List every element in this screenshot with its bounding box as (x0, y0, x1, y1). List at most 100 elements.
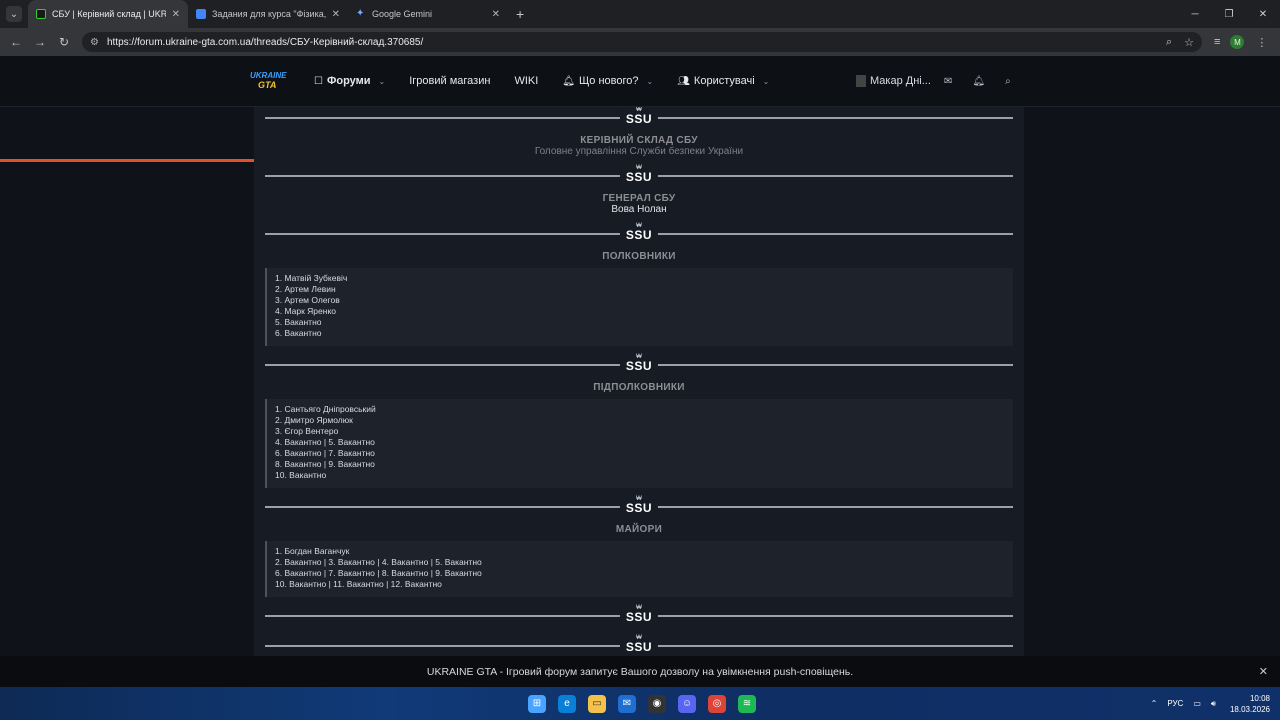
menu-icon[interactable]: ⋮ (1256, 36, 1267, 49)
ssu-emblem-icon: ₩ SSU (619, 605, 659, 623)
file-explorer-icon[interactable]: ▭ (588, 694, 606, 713)
mail-icon[interactable]: ✉ (618, 694, 636, 713)
system-tray: ⌃ РУС ▭ 🔊︎ 10:08 18.03.2026 (1141, 687, 1270, 720)
tray-overflow-icon[interactable]: ⌃ (1151, 699, 1158, 708)
bookmark-star-icon[interactable]: ☆ (1184, 36, 1194, 49)
close-icon[interactable]: ✕ (332, 9, 340, 20)
discord-icon[interactable]: ☺ (678, 694, 696, 713)
nav-whats-new[interactable]: 🔔︎ Що нового? ⌄ (562, 75, 653, 87)
reading-list-icon[interactable]: ≡ (1214, 36, 1220, 48)
list-item: 5. Вакантно (275, 317, 322, 327)
logo-text-bottom: GTA (258, 80, 277, 90)
nav-shop[interactable]: Ігровий магазин (409, 75, 490, 87)
username: Макар Дні... (870, 75, 931, 87)
new-tab-button[interactable]: + (516, 6, 524, 22)
list-item: 8. Вакантно | 9. Вакантно (275, 459, 375, 469)
close-icon[interactable]: ✕ (492, 9, 500, 20)
taskbar-apps: ⊞ e ▭ ✉ ◉ ☺ ◎ ≋ (528, 687, 768, 720)
address-bar[interactable]: ⚙ https://forum.ukraine-gta.com.ua/threa… (82, 32, 1202, 52)
reload-icon[interactable]: ↻ (52, 35, 76, 49)
list-item: 1. Богдан Ваганчук (275, 546, 350, 556)
ssu-emblem-icon: ₩ SSU (619, 635, 659, 653)
forward-icon[interactable]: → (28, 35, 52, 49)
close-icon[interactable]: ✕ (1259, 665, 1268, 678)
browser-tab[interactable]: ✦ Google Gemini ✕ (348, 0, 508, 28)
site-info-icon[interactable]: ⚙ (90, 37, 99, 48)
tab-title: Задания для курса "Фізика, 9- (212, 9, 326, 19)
back-icon[interactable]: ← (4, 35, 28, 49)
inbox-icon[interactable]: ✉ (944, 76, 952, 87)
nav-users[interactable]: 👥︎ Користувачі ⌄ (677, 75, 769, 87)
lt-colonels-list: 1. Сантьяго Дніпровський 2. Дмитро Ярмол… (265, 399, 1013, 488)
majors-list: 1. Богдан Ваганчук 2. Вакантно | 3. Вака… (265, 541, 1013, 597)
ssu-divider: ₩ SSU (254, 354, 1024, 376)
ssu-text: SSU (625, 170, 653, 184)
ssu-emblem-icon: ₩ SSU (619, 496, 659, 514)
ssu-text: SSU (625, 228, 653, 242)
tab-title: СБУ | Керівний склад | UKRAINE (52, 9, 166, 19)
chevron-down-icon[interactable]: ⌄ (647, 77, 654, 86)
main-nav: ☐ Форуми ⌄ Ігровий магазин WIKI 🔔︎ Що но… (314, 56, 793, 106)
browser-tab-bar: ⌄ СБУ | Керівний склад | UKRAINE ✕ Задан… (0, 0, 1280, 28)
list-item: 2. Вакантно | 3. Вакантно | 4. Вакантно … (275, 557, 482, 567)
users-icon: 👥︎ (677, 75, 690, 87)
tab-search-button[interactable]: ⌄ (6, 6, 22, 22)
ssu-emblem-icon: ₩ SSU (619, 223, 659, 242)
notification-text: UKRAINE GTA - Ігровий форум запитує Вашо… (426, 665, 854, 678)
ssu-emblem-icon: ₩ SSU (619, 354, 659, 372)
nav-forums[interactable]: ☐ Форуми ⌄ (314, 75, 385, 87)
clock-time: 10:08 (1249, 693, 1270, 703)
minimize-icon[interactable]: ─ (1178, 0, 1212, 28)
browser-tab[interactable]: Задания для курса "Фізика, 9- ✕ (188, 0, 348, 28)
ssu-text: SSU (625, 112, 653, 126)
clock[interactable]: 10:08 18.03.2026 (1230, 693, 1270, 715)
section-title: ПОЛКОВНИКИ (602, 251, 676, 262)
user-menu[interactable]: Макар Дні... (856, 56, 931, 106)
list-item: 10. Вакантно | 11. Вакантно | 12. Вакант… (275, 579, 442, 589)
zoom-icon[interactable]: ⌕ (1166, 36, 1172, 49)
close-window-icon[interactable]: ✕ (1246, 0, 1280, 28)
general-name: Вова Нолан (611, 204, 667, 215)
chevron-down-icon[interactable]: ⌄ (379, 77, 386, 86)
restore-icon[interactable]: ❐ (1212, 0, 1246, 28)
profile-avatar[interactable]: M (1230, 35, 1245, 49)
obs-icon[interactable]: ◉ (648, 694, 666, 713)
list-item: 6. Вакантно | 7. Вакантно | 8. Вакантно … (275, 568, 482, 578)
windows-start-icon[interactable]: ⊞ (528, 694, 546, 713)
nav-wiki-label: WIKI (514, 75, 539, 87)
bell-icon: 🔔︎ (562, 75, 575, 87)
spotify-icon[interactable]: ≋ (738, 694, 756, 713)
chevron-down-icon[interactable]: ⌄ (763, 77, 770, 86)
close-icon[interactable]: ✕ (172, 9, 180, 20)
classroom-favicon-icon (196, 9, 206, 19)
site-logo[interactable]: UKRAINE GTA (250, 72, 286, 92)
language-indicator[interactable]: РУС (1167, 699, 1183, 708)
browser-tab-active[interactable]: СБУ | Керівний склад | UKRAINE ✕ (28, 0, 188, 28)
nav-whats-new-label: Що нового? (578, 75, 639, 87)
section-title: КЕРІВНИЙ СКЛАД СБУ (580, 135, 698, 146)
volume-icon[interactable]: 🔊︎ (1211, 699, 1216, 709)
ssu-emblem-icon: ₩ SSU (619, 165, 659, 184)
logo-text-top: UKRAINE (250, 71, 287, 80)
ssu-divider: ₩ SSU (254, 223, 1024, 245)
list-item: 3. Артем Олегов (275, 295, 340, 305)
chrome-icon[interactable]: ◎ (708, 694, 726, 713)
tab-title: Google Gemini (372, 9, 433, 19)
section-title: ГЕНЕРАЛ СБУ (602, 193, 676, 204)
alerts-bell-icon[interactable]: 🔔︎ (972, 76, 985, 87)
os-taskbar: ⊞ e ▭ ✉ ◉ ☺ ◎ ≋ ⌃ РУС ▭ 🔊︎ 10:08 18.03.2… (0, 687, 1280, 720)
list-item: 1. Сантьяго Дніпровський (275, 404, 376, 414)
list-item: 10. Вакантно (275, 470, 327, 480)
nav-wiki[interactable]: WIKI (514, 75, 538, 87)
list-item: 6. Вакантно | 7. Вакантно (275, 448, 375, 458)
url-text[interactable]: https://forum.ukraine-gta.com.ua/threads… (107, 37, 1154, 48)
push-notification-banner: UKRAINE GTA - Ігровий форум запитує Вашо… (0, 656, 1280, 687)
network-icon[interactable]: ▭ (1193, 699, 1201, 708)
list-item: 2. Артем Левин (275, 284, 336, 294)
ssu-divider: ₩ SSU (254, 496, 1024, 518)
ssu-emblem-icon: ₩ SSU (619, 107, 659, 126)
avatar (856, 75, 866, 87)
search-icon[interactable]: ⌕ (1005, 76, 1011, 87)
edge-icon[interactable]: e (558, 694, 576, 713)
chat-icon: ☐ (314, 75, 323, 87)
